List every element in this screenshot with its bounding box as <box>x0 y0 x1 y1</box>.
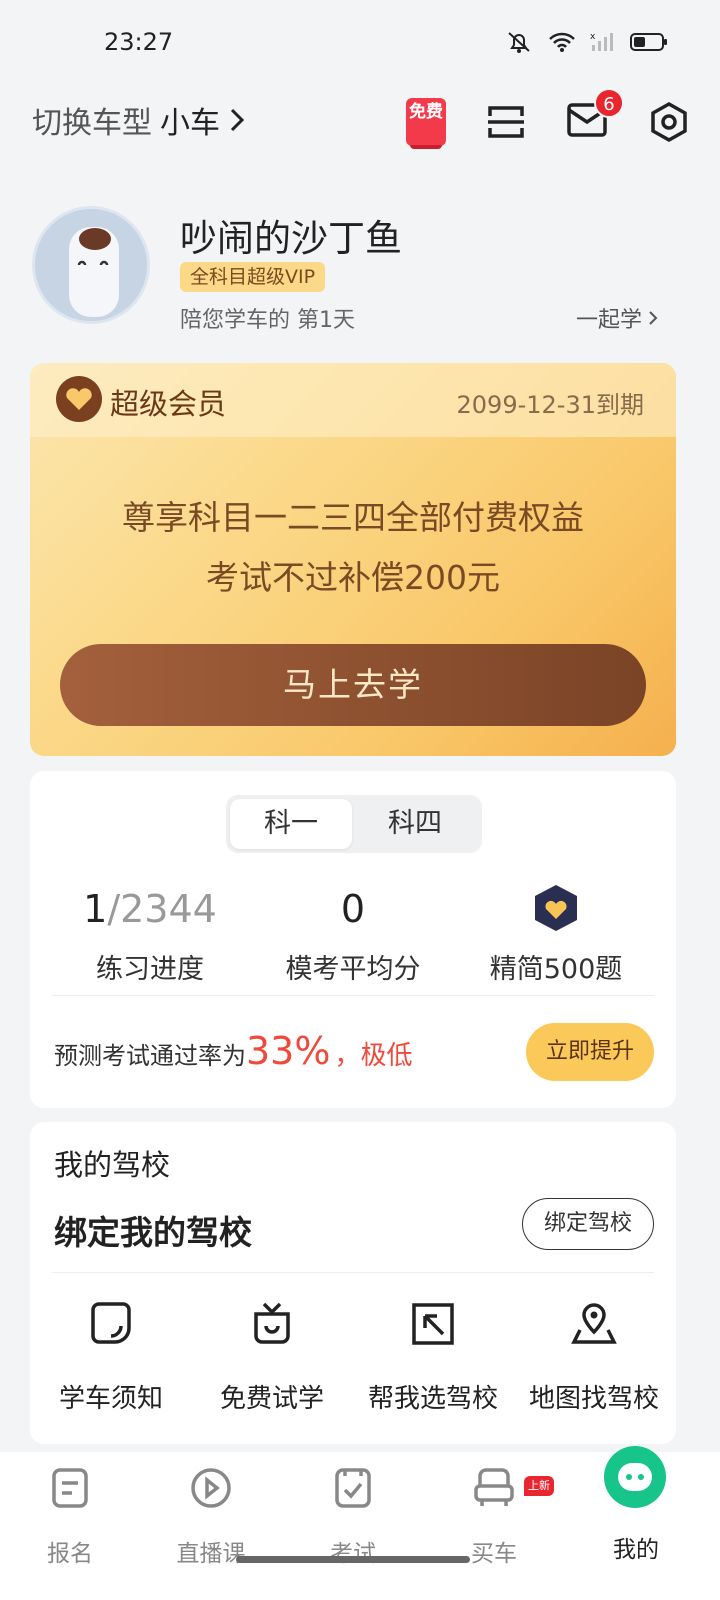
vip-compensation-text: 考试不过补偿200元 <box>206 558 500 597</box>
vip-expire-date: 2099-12-31到期 <box>456 391 644 419</box>
avatar-image <box>35 209 147 321</box>
status-icons: x <box>504 30 668 54</box>
status-bar: 23:27 x <box>0 0 720 90</box>
car-type-switch[interactable]: 切换车型 小车 <box>32 98 246 142</box>
boost-button[interactable]: 立即提升 <box>526 1023 654 1081</box>
mock-average-stat[interactable]: 0 模考平均分 <box>253 883 453 986</box>
message-button[interactable]: 6 <box>566 88 624 142</box>
scan-icon[interactable] <box>486 102 526 142</box>
divider <box>52 995 654 996</box>
status-time: 23:27 <box>104 28 174 56</box>
settings-icon[interactable] <box>648 101 690 143</box>
practice-total: /2344 <box>107 887 217 931</box>
exam-icon <box>335 1468 371 1508</box>
svg-text:x: x <box>590 32 596 42</box>
gift-icon <box>254 1302 290 1344</box>
vip-card: 超级会员 2099-12-31到期 尊享科目一二三四全部付费权益 考试不过补偿2… <box>30 363 676 756</box>
play-icon <box>191 1468 231 1508</box>
study-together-link[interactable]: 一起学 <box>576 302 658 334</box>
tool-label: 免费试学 <box>219 1384 324 1414</box>
nav-exam[interactable]: 考试 <box>293 1466 413 1568</box>
practice-progress-stat[interactable]: 1/2344 练习进度 <box>50 883 250 986</box>
home-indicator <box>236 1556 470 1563</box>
tab-subject-four[interactable]: 科四 <box>354 799 476 849</box>
free-badge-button[interactable]: 免费 <box>406 98 446 149</box>
header-actions: 免费 6 <box>406 88 690 150</box>
predict-percentage: 33% <box>246 1029 331 1073</box>
tool-free-trial[interactable]: 免费试学 <box>191 1300 353 1415</box>
start-study-button[interactable]: 马上去学 <box>60 644 646 726</box>
pass-rate-prediction: 预测考试通过率为 33% ，极低 <box>54 1029 412 1073</box>
nav-label: 报名 <box>47 1541 93 1567</box>
tool-help-choose-school[interactable]: 帮我选驾校 <box>352 1300 514 1415</box>
progress-card: 科一 科四 1/2344 练习进度 0 模考平均分 精简500题 预测考试通过率… <box>30 771 676 1108</box>
selected-500-stat[interactable]: 精简500题 <box>456 883 656 986</box>
mute-icon <box>508 32 530 53</box>
tool-label: 帮我选驾校 <box>367 1384 498 1414</box>
wifi-icon <box>549 32 575 52</box>
car-type-label: 小车 <box>160 106 220 141</box>
tool-label: 学车须知 <box>58 1384 163 1414</box>
bind-school-title: 绑定我的驾校 <box>54 1213 252 1252</box>
divider <box>52 1272 654 1273</box>
vip-tag: 全科目超级VIP <box>180 262 326 292</box>
message-count-badge: 6 <box>594 88 624 118</box>
nav-live-course[interactable]: 直播课 <box>151 1466 271 1568</box>
avatar[interactable] <box>32 206 150 324</box>
nav-label: 我的 <box>613 1537 659 1563</box>
selected-500-label: 精简500题 <box>489 954 623 985</box>
together-label: 一起学 <box>575 308 642 333</box>
tab-subject-one[interactable]: 科一 <box>230 799 352 849</box>
vip-heart-icon <box>56 376 102 422</box>
school-section-title: 我的驾校 <box>54 1148 171 1182</box>
vip-benefit-text: 尊享科目一二三四全部付费权益 <box>122 498 584 537</box>
map-pin-icon <box>571 1303 617 1344</box>
notice-icon <box>91 1302 131 1344</box>
switch-label: 切换车型 <box>32 106 152 141</box>
tool-map-find-school[interactable]: 地图找驾校 <box>513 1300 675 1415</box>
car-icon <box>474 1468 514 1506</box>
diamond-shield-icon <box>535 885 577 931</box>
nav-signup[interactable]: 报名 <box>10 1466 130 1568</box>
new-badge: 上新 <box>524 1476 554 1496</box>
study-days: 陪您学车的 第1天 <box>180 308 355 333</box>
signal-icon: x <box>590 32 613 51</box>
mock-label: 模考平均分 <box>285 954 421 985</box>
predict-prefix: 预测考试通过率为 <box>54 1042 246 1070</box>
practice-done: 1 <box>83 887 108 931</box>
vip-title: 超级会员 <box>110 387 227 421</box>
chevron-right-icon <box>649 311 658 325</box>
me-icon[interactable] <box>604 1446 666 1508</box>
mock-average: 0 <box>340 887 366 931</box>
select-icon <box>412 1303 454 1345</box>
bind-school-button[interactable]: 绑定驾校 <box>522 1198 654 1250</box>
driving-school-card: 我的驾校 绑定我的驾校 绑定驾校 学车须知 免费试学 帮我选驾校 地图找驾校 <box>30 1122 676 1444</box>
free-badge-text: 免费 <box>409 102 443 122</box>
chevron-right-icon <box>230 108 245 132</box>
nickname: 吵闹的沙丁鱼 <box>180 217 402 260</box>
battery-icon <box>630 33 667 51</box>
practice-label: 练习进度 <box>96 954 204 985</box>
tool-learning-notice[interactable]: 学车须知 <box>30 1300 192 1415</box>
predict-level: ，极低 <box>334 1041 413 1071</box>
subject-segment: 科一 科四 <box>226 795 482 853</box>
document-icon <box>52 1468 88 1508</box>
tool-label: 地图找驾校 <box>528 1384 659 1414</box>
